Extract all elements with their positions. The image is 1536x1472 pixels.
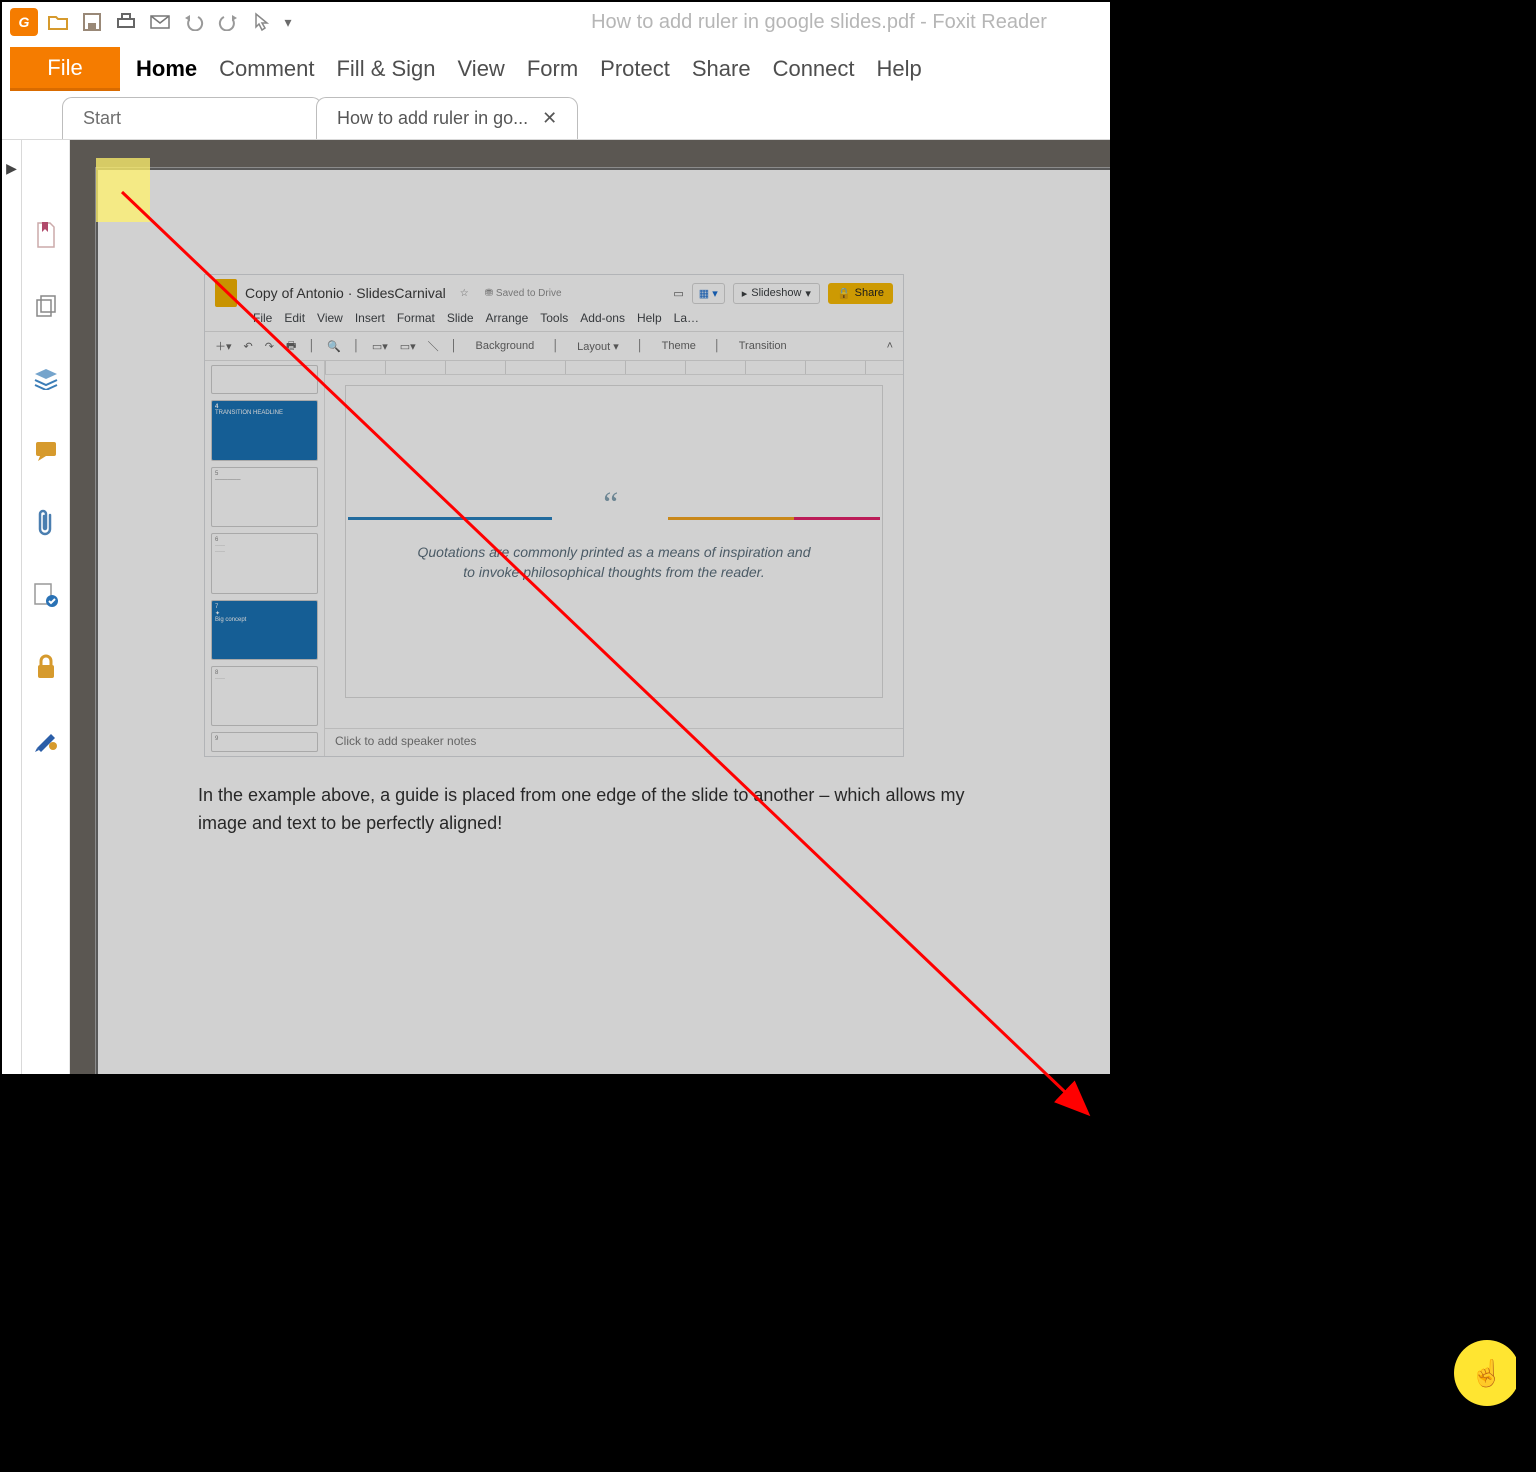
tab-form[interactable]: Form [525,52,580,86]
slides-thumb: 7✦Big concept [211,600,318,660]
thumbnails-check-icon[interactable] [31,580,61,610]
star-icon: ☆ [460,288,469,299]
cursor-tool-icon[interactable] [248,8,276,36]
tab-start[interactable]: Start [62,97,322,139]
slides-brand-icon [215,279,237,307]
attachments-icon[interactable] [31,508,61,538]
pages-icon[interactable] [31,292,61,322]
embedded-figure: Copy of Antonio · SlidesCarnival ☆ ⛃ Sav… [204,274,904,757]
email-icon[interactable] [146,8,174,36]
annotation-spotlight: ☝️ [1454,1340,1516,1406]
slides-thumb: 9 [211,732,318,752]
annotation-highlight [96,158,150,222]
app-brand-icon: G [10,8,38,36]
tab-connect[interactable]: Connect [771,52,857,86]
present-dropdown: ▦ ▾ [692,283,725,304]
file-tab[interactable]: File [10,47,120,91]
comment-bubble-icon: ▭ [673,287,683,300]
share-button: 🔒 Share [828,283,893,304]
undo-icon[interactable] [180,8,208,36]
bookmarks-icon[interactable] [31,220,61,250]
slide-quote: Quotations are commonly printed as a mea… [410,542,817,582]
tab-document[interactable]: How to add ruler in go... ✕ [316,97,578,139]
tab-comment[interactable]: Comment [217,52,316,86]
slides-thumb: 5────── [211,467,318,527]
tab-help[interactable]: Help [875,52,924,86]
slides-doc-title: Copy of Antonio · SlidesCarnival [245,285,446,301]
slides-thumb: 6·········· [211,533,318,593]
tab-home[interactable]: Home [134,52,199,86]
speaker-notes: Click to add speaker notes [325,728,903,756]
slideshow-button: ▸ Slideshow ▾ [733,283,820,304]
tab-share[interactable]: Share [690,52,753,86]
layers-icon[interactable] [31,364,61,394]
dropdown-caret-icon[interactable]: ▾ [282,8,294,36]
saved-label: ⛃ Saved to Drive [485,288,562,299]
open-icon[interactable] [44,8,72,36]
print-icon[interactable] [112,8,140,36]
figure-caption: In the example above, a guide is placed … [198,781,978,837]
signatures-icon[interactable] [31,724,61,754]
comments-icon[interactable] [31,436,61,466]
redo-icon[interactable] [214,8,242,36]
save-icon[interactable] [78,8,106,36]
tab-view[interactable]: View [456,52,507,86]
slides-thumb: 4TRANSITION HEADLINE [211,400,318,460]
hand-cursor-icon: ☝️ [1471,1358,1503,1389]
tab-fill-sign[interactable]: Fill & Sign [334,52,437,86]
tab-close-icon[interactable]: ✕ [528,108,557,129]
slides-thumb: 8····· [211,666,318,726]
security-lock-icon[interactable] [31,652,61,682]
tab-protect[interactable]: Protect [598,52,672,86]
